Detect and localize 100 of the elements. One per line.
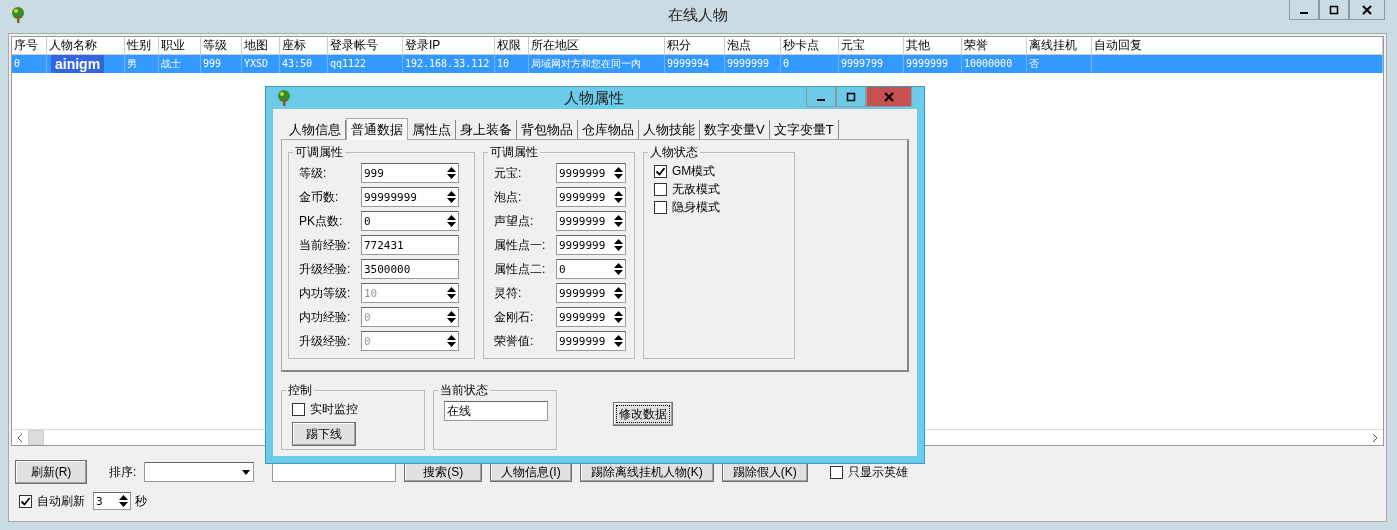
number-spinner[interactable]: 999 [361,163,459,183]
field-label: 属性点一: [494,236,547,254]
table-cell: qq1122 [328,55,403,73]
window-title: 在线人物 [666,5,729,25]
refresh-button[interactable]: 刷新(R) [15,460,87,484]
spinner-arrows-icon[interactable] [612,189,625,205]
column-header[interactable]: 性别 [125,37,159,55]
heroes-only-checkbox[interactable]: 只显示英雄 [829,463,908,481]
close-button[interactable] [1349,0,1385,20]
field-label: 升级经验: [299,332,352,350]
spinner-arrows-icon[interactable] [612,237,625,253]
tab[interactable]: 普通数据 [346,118,408,140]
number-spinner[interactable]: 9999999 [556,307,626,327]
group-label: 控制 [287,382,313,399]
column-header[interactable]: 自动回复 [1092,37,1383,55]
field-label: 灵符: [494,284,523,302]
field-label: 荣誉值: [494,332,535,350]
column-header[interactable]: 等级 [201,37,242,55]
spinner-arrows-icon[interactable] [612,333,625,349]
scroll-left-icon[interactable] [16,432,24,443]
number-spinner[interactable]: 9999999 [556,283,626,303]
table-cell: 9999994 [665,55,725,73]
status-checkbox[interactable]: 无敌模式 [654,181,786,198]
column-header[interactable]: 元宝 [839,37,904,55]
column-header[interactable]: 座标 [280,37,328,55]
column-header[interactable]: 秒卡点 [781,37,839,55]
spinner-arrows-icon[interactable] [445,165,458,181]
field-label: 当前经验: [299,236,352,254]
sort-label: 排序: [109,463,137,481]
kick-button[interactable]: 踢下线 [292,422,356,446]
column-header[interactable]: 职业 [159,37,201,55]
text-field[interactable]: 772431 [361,235,459,255]
close-button[interactable] [866,87,912,107]
table-cell: 999 [201,55,242,73]
spinner-arrows-icon[interactable] [612,165,625,181]
action-button[interactable]: 踢除假人(K) [721,462,808,482]
table-cell: 9999999 [725,55,781,73]
field-label: 等级: [299,164,328,182]
field-label: PK点数: [299,212,344,230]
spinner-arrows-icon[interactable] [612,213,625,229]
number-spinner[interactable]: 9999999 [556,211,626,231]
tree-logo-icon [276,89,292,107]
maximize-button[interactable] [1319,0,1349,20]
search-field[interactable] [272,462,397,482]
column-header[interactable]: 泡点 [725,37,781,55]
spinner-arrows-icon[interactable] [117,493,130,509]
spinner-arrows-icon[interactable] [445,213,458,229]
status-checkbox[interactable]: GM模式 [654,163,786,180]
table-cell: 9999999 [904,55,962,73]
monitor-checkbox[interactable]: 实时监控 [292,401,416,418]
group-label: 当前状态 [439,382,489,399]
table-cell: 战士 [159,55,201,73]
field-label: 升级经验: [299,260,352,278]
field-label: 金币数: [299,188,340,206]
column-header[interactable]: 荣誉 [962,37,1027,55]
field-label: 属性点二: [494,260,547,278]
table-row[interactable]: 0 ainigm 男 战士 999 YXSD 43:50 qq1122 192.168.33.112 10 局域网对方和您在同一内 9999994 9999999 0 9999799 9999999 10000000 否 [12,55,1383,73]
minimize-icon [1300,11,1308,14]
number-spinner[interactable]: 9999999 [556,235,626,255]
interval-spinner[interactable]: 3 [93,492,131,510]
number-spinner[interactable]: 0 [361,211,459,231]
action-button[interactable]: 人物信息(I) [490,462,572,482]
field-label: 元宝: [494,164,523,182]
column-header[interactable]: 权限 [495,37,529,55]
field-label: 金刚石: [494,308,535,326]
sort-dropdown[interactable] [144,462,255,482]
number-spinner[interactable]: 9999999 [556,187,626,207]
group-label: 人物状态 [649,144,699,161]
column-header[interactable]: 登录IP [403,37,495,55]
action-button[interactable]: 踢除离线挂机人物(K) [579,462,714,482]
column-header[interactable]: 积分 [665,37,725,55]
scroll-right-icon[interactable] [1371,432,1379,443]
column-header[interactable]: 序号 [12,37,47,55]
table-cell: YXSD [242,55,280,73]
column-header[interactable]: 地图 [242,37,280,55]
column-header[interactable]: 所在地区 [529,37,665,55]
spinner-arrows-icon[interactable] [612,285,625,301]
auto-refresh-checkbox[interactable]: 自动刷新 [19,492,85,510]
column-header[interactable]: 其他 [904,37,962,55]
spinner-arrows-icon[interactable] [612,261,625,277]
number-spinner[interactable]: 0 [556,259,626,279]
number-spinner[interactable]: 9999999 [556,163,626,183]
number-spinner[interactable]: 99999999 [361,187,459,207]
number-spinner[interactable]: 9999999 [556,331,626,351]
column-header[interactable]: 人物名称 [47,37,125,55]
table-cell: 0 [12,55,47,73]
scroll-thumb[interactable] [28,430,44,445]
spinner-arrows-icon[interactable] [445,189,458,205]
field-label: 声望点: [494,212,535,230]
save-button[interactable]: 修改数据 [613,402,673,426]
status-checkbox[interactable]: 隐身模式 [654,199,786,216]
text-field[interactable]: 3500000 [361,259,459,279]
group-label: 可调属性 [489,144,539,161]
action-button[interactable]: 搜索(S) [404,462,483,482]
column-header[interactable]: 离线挂机 [1027,37,1092,55]
minimize-button[interactable] [806,87,836,107]
spinner-arrows-icon[interactable] [612,309,625,325]
column-header[interactable]: 登录帐号 [328,37,403,55]
minimize-button[interactable] [1289,0,1319,20]
group-label: 可调属性 [294,144,344,161]
